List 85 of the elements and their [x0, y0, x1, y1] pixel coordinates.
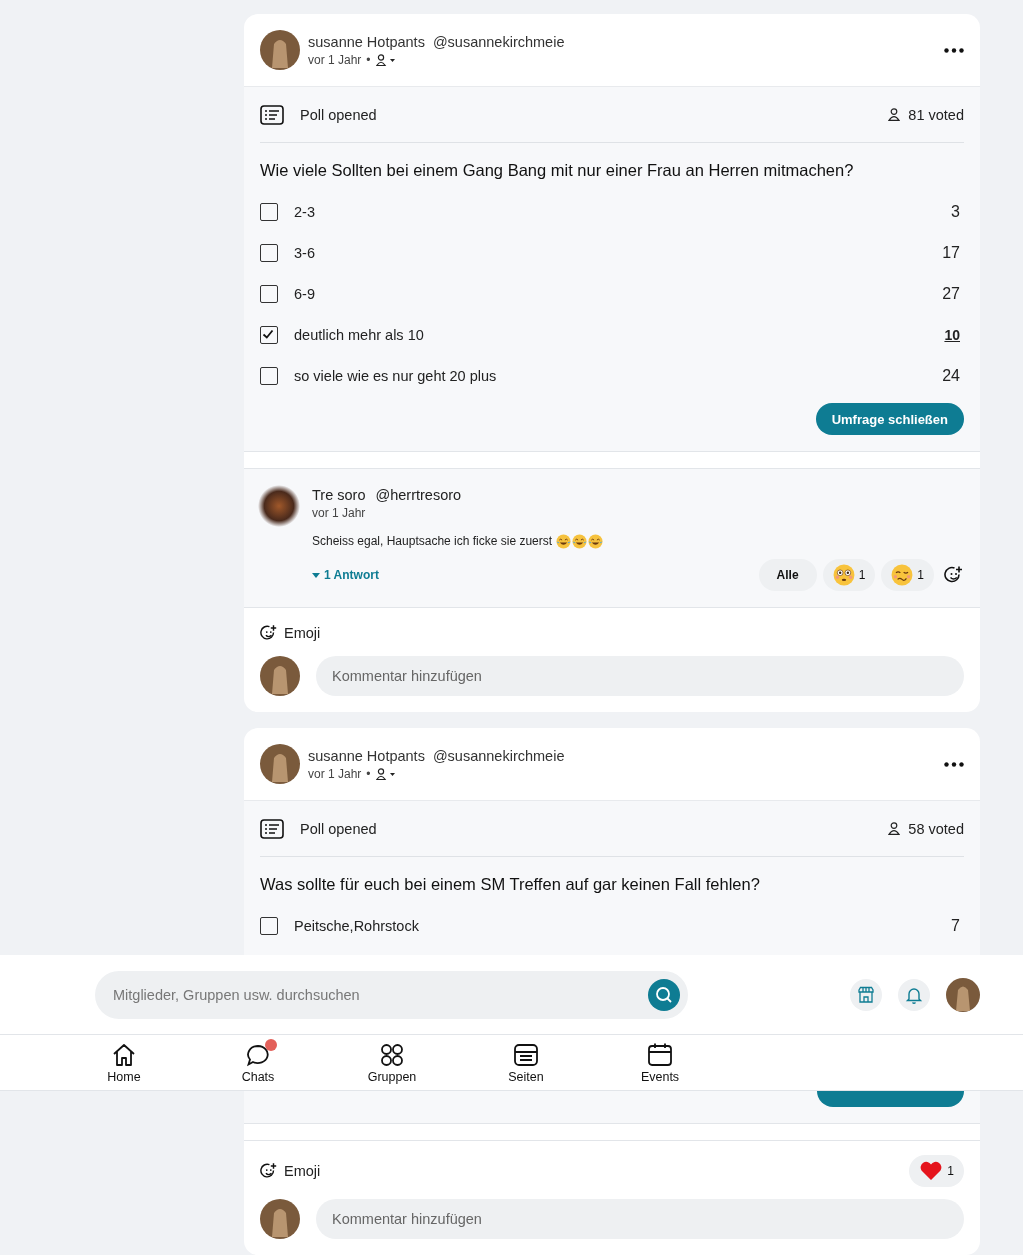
notification-icon[interactable] [898, 978, 930, 1011]
nav-item[interactable]: Seiten [459, 1035, 593, 1090]
option-label[interactable]: 3-6 [294, 244, 943, 261]
author-handle[interactable]: @susannekirchmeie [432, 33, 565, 50]
person-icon [888, 108, 901, 121]
avatar[interactable] [260, 656, 300, 696]
option-label[interactable]: so viele wie es nur geht 20 plus [294, 367, 943, 384]
add-reaction-icon[interactable] [944, 565, 964, 585]
replies-toggle[interactable]: 1 Antwort [312, 568, 379, 582]
comment-time: vor 1 Jahr [312, 505, 367, 521]
groups-icon [379, 1041, 405, 1068]
option-count: 3 [951, 202, 960, 221]
search-field[interactable]: Mitglieder, Gruppen usw. durchsuchen [95, 970, 688, 1019]
option-count: 27 [942, 284, 960, 303]
poll-status: Poll opened [300, 820, 378, 837]
audience-icon[interactable] [375, 53, 398, 66]
poll-icon [260, 104, 284, 125]
search-input[interactable]: Mitglieder, Gruppen usw. durchsuchen [111, 985, 648, 1004]
separator-dot: • [366, 766, 371, 781]
search-icon[interactable] [648, 978, 680, 1011]
audience-icon[interactable] [375, 767, 398, 780]
more-icon[interactable] [944, 47, 964, 53]
flushed-emoji-icon [832, 564, 855, 586]
checkbox[interactable] [260, 202, 278, 221]
option-count: 10 [944, 326, 960, 343]
comment-text: Scheiss egal, Hauptsache ich ficke sie zuerst [312, 534, 553, 548]
poll-question: Wie viele Sollten bei einem Gang Bang mit nur einer Frau an Herren mitmachen? [260, 160, 855, 181]
avatar[interactable] [260, 1199, 300, 1239]
post-time: vor 1 Jahr [308, 766, 362, 781]
woozy-emoji-icon [891, 564, 914, 586]
option-label[interactable]: 2-3 [294, 203, 952, 220]
checkbox[interactable] [260, 243, 278, 262]
heart-icon [919, 1161, 944, 1181]
reaction-chip[interactable]: 1 [881, 559, 934, 591]
post-time: vor 1 Jahr [308, 52, 362, 67]
poll-status: Poll opened [300, 106, 378, 123]
laughing-emoji-icon [572, 533, 588, 549]
checkbox[interactable] [260, 916, 278, 935]
commenter-handle[interactable]: @herrtresoro [375, 485, 462, 505]
commenter-name[interactable]: Tre soro [312, 485, 366, 505]
option-label[interactable]: deutlich mehr als 10 [294, 326, 945, 343]
poll-icon [260, 818, 284, 839]
comment-field[interactable]: Kommentar hinzufügen [316, 1199, 964, 1239]
emoji-button[interactable]: Emoji [260, 624, 321, 642]
reaction-chip[interactable]: 1 [909, 1155, 964, 1187]
option-count: 24 [942, 366, 960, 385]
person-icon [888, 822, 901, 835]
calendar-icon [647, 1041, 673, 1068]
vote-count: 58 voted [908, 820, 964, 837]
laughing-emoji-icon [556, 533, 572, 549]
option-label[interactable]: 6-9 [294, 285, 943, 302]
nav-item[interactable]: Chats [191, 1035, 325, 1090]
author-name[interactable]: susanne Hotpants [308, 33, 425, 50]
author-handle[interactable]: @susannekirchmeie [432, 747, 565, 764]
reaction-chip[interactable]: 1 [822, 559, 876, 591]
option-count: 7 [951, 916, 960, 935]
close-poll-button[interactable] [817, 1091, 964, 1107]
avatar[interactable] [260, 30, 300, 70]
comment-field[interactable]: Kommentar hinzufügen [316, 656, 964, 696]
pages-icon [513, 1041, 539, 1068]
close-poll-button[interactable]: Umfrage schließen [815, 403, 964, 435]
nav-item[interactable]: Events [593, 1035, 727, 1090]
store-icon[interactable] [850, 978, 882, 1011]
vote-count: 81 voted [908, 106, 964, 123]
all-reactions-tab[interactable]: Alle [758, 559, 817, 591]
caret-icon [312, 572, 320, 578]
add-emoji-icon [260, 624, 278, 642]
option-count: 17 [942, 243, 960, 262]
checkbox[interactable] [260, 366, 278, 385]
emoji-button[interactable]: Emoji [260, 1162, 321, 1180]
nav-item[interactable]: Home [57, 1035, 191, 1090]
separator-dot: • [366, 52, 371, 67]
checkbox[interactable] [260, 325, 278, 344]
nav-item[interactable]: Gruppen [325, 1035, 459, 1090]
more-icon[interactable] [944, 761, 964, 767]
author-name[interactable]: susanne Hotpants [308, 747, 425, 764]
checkbox[interactable] [260, 284, 278, 303]
laughing-emoji-icon [588, 533, 604, 549]
home-icon [111, 1041, 137, 1068]
option-label[interactable]: Peitsche,Rohrstock [294, 917, 952, 934]
poll-question: Was sollte für euch bei einem SM Treffen auf gar keinen Fall fehlen? [260, 874, 761, 895]
avatar[interactable] [260, 744, 300, 784]
avatar[interactable] [946, 977, 980, 1012]
add-emoji-icon [260, 1162, 278, 1180]
avatar[interactable] [258, 485, 300, 527]
